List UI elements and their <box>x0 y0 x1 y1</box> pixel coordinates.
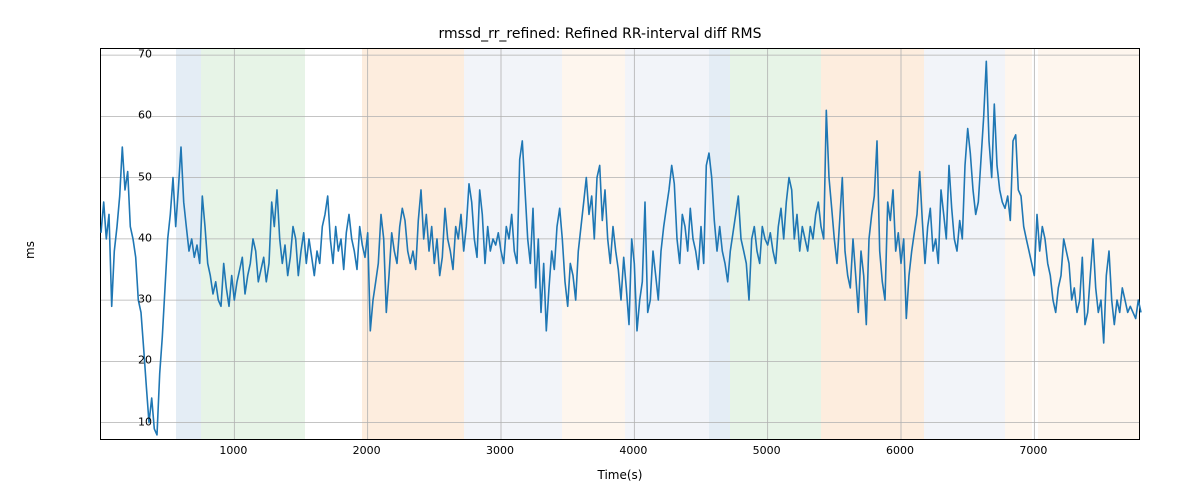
x-tick-label: 4000 <box>619 444 647 457</box>
y-tick-label: 50 <box>102 170 152 183</box>
line-chart: rmssd_rr_refined: Refined RR-interval di… <box>0 0 1200 500</box>
x-tick-label: 6000 <box>886 444 914 457</box>
x-tick-label: 7000 <box>1019 444 1047 457</box>
series-line <box>101 61 1141 435</box>
x-tick-label: 5000 <box>753 444 781 457</box>
y-tick-label: 40 <box>102 231 152 244</box>
y-tick-label: 10 <box>102 415 152 428</box>
data-line <box>101 49 1139 439</box>
plot-area <box>100 48 1140 440</box>
x-tick-label: 3000 <box>486 444 514 457</box>
y-tick-label: 30 <box>102 293 152 306</box>
y-axis-label: ms <box>23 241 37 259</box>
y-tick-label: 60 <box>102 109 152 122</box>
x-tick-label: 2000 <box>353 444 381 457</box>
x-axis-label: Time(s) <box>598 468 643 482</box>
y-tick-label: 70 <box>102 48 152 61</box>
x-tick-label: 1000 <box>219 444 247 457</box>
chart-title: rmssd_rr_refined: Refined RR-interval di… <box>0 26 1200 42</box>
y-tick-label: 20 <box>102 354 152 367</box>
